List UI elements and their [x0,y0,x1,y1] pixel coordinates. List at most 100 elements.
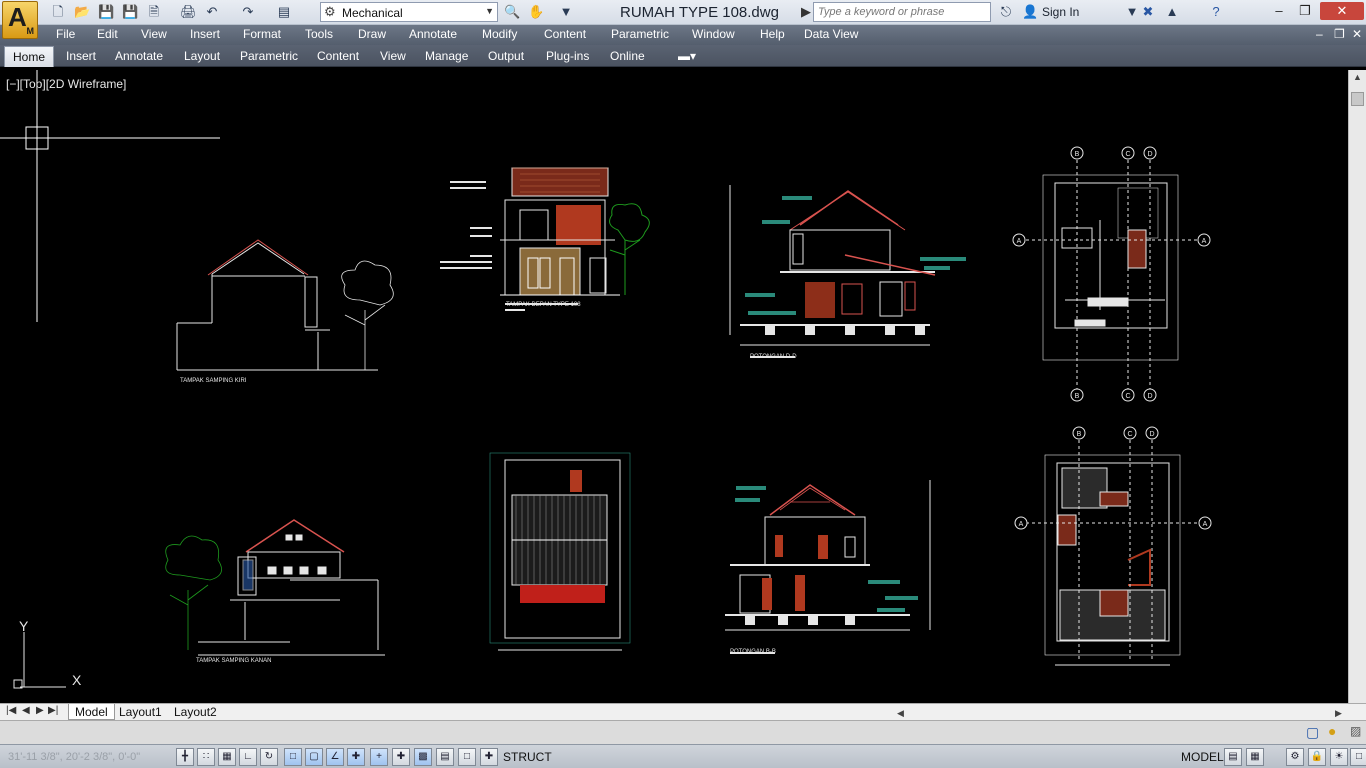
expand-search-icon[interactable]: ▶ [798,4,814,20]
new-file-icon[interactable]: 🗋 [50,4,66,20]
front-elevation [440,167,650,311]
menu-format[interactable]: Format [243,27,281,41]
save-icon[interactable]: 💾 [98,4,114,20]
doc-minimize-icon[interactable]: – [1316,27,1323,41]
lightbulb-icon[interactable]: ● [1328,723,1336,739]
last-layout-icon[interactable]: ▶| [48,705,58,716]
plot-preview-icon[interactable]: 🗎 [146,4,162,20]
menu-insert[interactable]: Insert [190,27,220,41]
first-layout-icon[interactable]: |◀ [6,705,16,716]
tab-online[interactable]: Online [610,49,645,63]
selection-cycling-icon[interactable]: □ [458,748,476,766]
grid-label-b-lower: B [1077,431,1082,438]
command-line[interactable]: ▢ ● ▨ [0,720,1366,744]
workspace-dropdown[interactable]: ⚙ Mechanical ▼ [320,2,498,22]
menu-file[interactable]: File [56,27,75,41]
tab-view[interactable]: View [380,49,406,63]
signin-dropdown-icon[interactable]: ▼ [1124,4,1140,20]
autodesk-app-icon[interactable]: ▲ [1164,4,1180,20]
3d-object-snap-icon[interactable]: ▢ [305,748,323,766]
menu-data-view[interactable]: Data View [804,27,858,41]
save-as-icon[interactable]: 💾 [122,4,138,20]
object-snap-tracking-icon[interactable]: ∠ [326,748,344,766]
undo-icon[interactable]: ↶ [204,4,220,20]
quick-properties-icon[interactable]: ▤ [436,748,454,766]
menu-draw[interactable]: Draw [358,27,386,41]
tab-insert[interactable]: Insert [66,49,96,63]
workspace-switching-icon[interactable]: ⚙ [1286,748,1304,766]
ribbon-toggle-icon[interactable]: ▬▾ [678,49,696,63]
ortho-mode-icon[interactable]: ∟ [239,748,257,766]
search-binoculars-icon[interactable]: ⎋ [998,4,1014,20]
annotation-monitor-icon[interactable]: ✚ [480,748,498,766]
snap-mode-icon[interactable]: ∷ [197,748,215,766]
menu-tools[interactable]: Tools [305,27,333,41]
tab-parametric[interactable]: Parametric [240,49,298,63]
lineweight-icon[interactable]: ✚ [392,748,410,766]
exchange-icon[interactable]: ✖ [1140,4,1156,20]
search-input[interactable]: Type a keyword or phrase [813,2,991,22]
section-d-d [729,185,966,358]
tab-model[interactable]: Model [68,704,115,720]
menu-modify[interactable]: Modify [482,27,517,41]
isolate-objects-icon[interactable]: ☀ [1330,748,1348,766]
tab-manage[interactable]: Manage [425,49,468,63]
menu-help[interactable]: Help [760,27,785,41]
polar-tracking-icon[interactable]: ↻ [260,748,278,766]
quick-view-drawings-icon[interactable]: ▦ [1246,748,1264,766]
tray-settings-icon[interactable]: ▨ [1350,724,1361,738]
print-icon[interactable]: 🖨 [180,4,197,20]
minimize-icon[interactable]: – [1266,2,1292,20]
help-icon[interactable]: ? [1208,4,1224,20]
close-icon[interactable]: ✕ [1320,2,1364,20]
sign-in-link[interactable]: Sign In [1042,5,1079,19]
coordinate-readout: 31'-11 3/8", 20'-2 3/8", 0'-0" [8,751,141,763]
model-space-toggle[interactable]: MODEL [1181,750,1224,764]
annotation-scale-icon[interactable]: ▢ [1306,724,1319,741]
menu-view[interactable]: View [141,27,167,41]
horizontal-scrollbar[interactable]: ◀ ▶ [895,707,1345,718]
open-folder-icon[interactable]: 📂 [74,4,90,20]
menu-annotate[interactable]: Annotate [409,27,457,41]
dynamic-ucs-icon[interactable]: ✚ [347,748,365,766]
workspace-switch-icon[interactable]: ▤ [276,4,292,20]
vertical-scrollbar[interactable]: ▲ [1348,70,1366,703]
viewport-controls[interactable]: [−][Top][2D Wireframe] [6,77,126,91]
grid-display-icon[interactable]: ▦ [218,748,236,766]
next-layout-icon[interactable]: ▶ [36,705,44,716]
doc-restore-icon[interactable]: ❐ [1334,27,1345,41]
struct-toggle[interactable]: STRUCT [503,750,552,764]
toolbar-lock-icon[interactable]: 🔒 [1308,748,1326,766]
customize-toolbar-icon[interactable]: ▼ [558,4,574,20]
menu-window[interactable]: Window [692,27,735,41]
maximize-icon[interactable]: ❐ [1292,2,1318,20]
tab-output[interactable]: Output [488,49,524,63]
tab-annotate[interactable]: Annotate [115,49,163,63]
prev-layout-icon[interactable]: ◀ [22,705,30,716]
infer-constraints-icon[interactable]: ╋ [176,748,194,766]
menu-edit[interactable]: Edit [97,27,118,41]
quick-view-layouts-icon[interactable]: ▤ [1224,748,1242,766]
pan-icon[interactable]: ✋ [528,4,544,20]
clean-screen-icon[interactable]: □ [1350,748,1366,766]
menu-content[interactable]: Content [544,27,586,41]
drawing-canvas[interactable]: TAMPAK SAMPING KIRI TAMPAK DEPAN TYPE 10… [0,70,1348,703]
user-icon[interactable]: 👤 [1022,4,1038,20]
transparency-icon[interactable]: ▩ [414,748,432,766]
doc-close-icon[interactable]: ✕ [1352,27,1362,41]
tab-home[interactable]: Home [4,46,54,67]
application-menu-button[interactable]: A M [2,1,38,39]
tab-layout1[interactable]: Layout1 [113,704,168,720]
tab-layout[interactable]: Layout [184,49,220,63]
dynamic-input-icon[interactable]: + [370,748,388,766]
scroll-up-icon[interactable]: ▲ [1353,72,1362,82]
redo-icon[interactable]: ↷ [240,4,256,20]
menu-parametric[interactable]: Parametric [611,27,669,41]
tab-content[interactable]: Content [317,49,359,63]
scroll-thumb[interactable] [1351,92,1364,106]
tab-plug-ins[interactable]: Plug-ins [546,49,589,63]
grid-label-b-bottom: B [1075,393,1080,400]
zoom-icon[interactable]: 🔍 [504,4,520,20]
object-snap-icon[interactable]: □ [284,748,302,766]
tab-layout2[interactable]: Layout2 [168,704,223,720]
